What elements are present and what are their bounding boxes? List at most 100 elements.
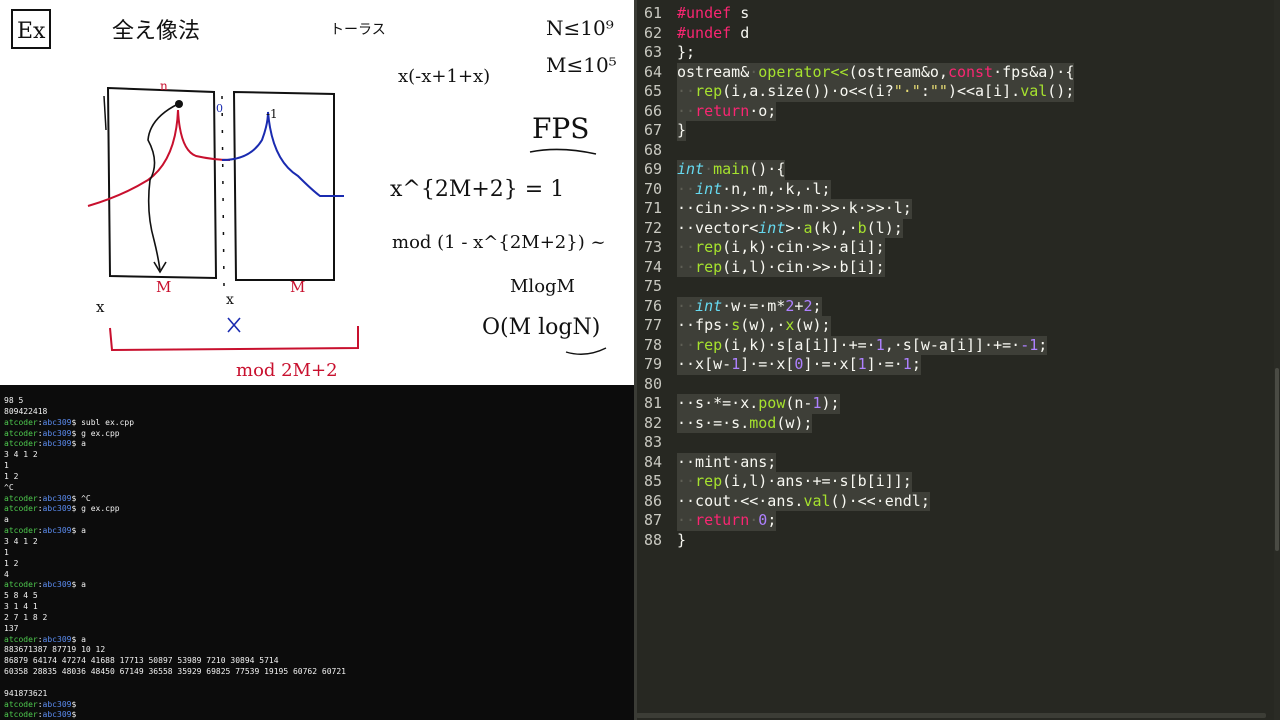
- wb-mlogm: MlogM: [510, 276, 575, 297]
- blue-cross-mark: [227, 317, 241, 333]
- prompt-user: atcoder: [4, 504, 38, 514]
- terminal-line: atcoder:abc309$ subl ex.cpp: [4, 418, 346, 429]
- terminal-text: 4: [4, 569, 9, 579]
- code-line[interactable]: 64 ostream&·operator<<(ostream&o,const·fp…: [634, 62, 1280, 82]
- terminal-line: 2 7 1 8 2: [4, 613, 346, 624]
- code-line[interactable]: 65 ··rep(i,a.size())·o<<(i?"·":"")<<a[i].…: [634, 82, 1280, 102]
- code-token: ;: [1038, 335, 1048, 354]
- line-number: 79: [643, 355, 662, 373]
- code-line[interactable]: 83: [634, 433, 1280, 453]
- terminal-output: 98 5 809422418 atcoder:abc309$ subl ex.cpp…: [4, 396, 346, 720]
- vertical-scrollbar-track[interactable]: [1274, 0, 1280, 720]
- code-token: #undef: [677, 4, 732, 22]
- code-line[interactable]: 63};: [634, 43, 1280, 63]
- code-line[interactable]: 66 ··return·o;: [634, 101, 1280, 121]
- wb-x-power: x^{2M+2} = 1: [390, 177, 564, 202]
- wb-x-label-left: x: [96, 298, 105, 316]
- terminal-line: 4: [4, 570, 346, 581]
- line-number: 85: [643, 472, 662, 490]
- code-text: ··cin·>>·n·>>·m·>>·k·>>·l;: [677, 199, 912, 219]
- code-text: ··rep(i,k)·cin·>>·a[i];: [677, 238, 885, 258]
- code-token: 1: [902, 355, 912, 373]
- code-token: operator<<: [758, 62, 849, 81]
- code-line[interactable]: 79 ··x[w-1]·=·x[0]·=·x[1]·=·1;: [634, 355, 1280, 375]
- code-token: ;: [812, 296, 822, 315]
- terminal-text: 5 8 4 5: [4, 591, 38, 601]
- code-line[interactable]: 76 ··int·w·=·m*2+2;: [634, 296, 1280, 316]
- code-token: ()·{: [749, 160, 786, 178]
- code-line[interactable]: 84 ··mint·ans;: [634, 452, 1280, 472]
- start-dot: [175, 100, 183, 108]
- terminal-text: 3 4 1 2: [4, 450, 38, 460]
- code-text: ostream&·operator<<(ostream&o,const·fps&…: [677, 62, 1075, 82]
- code-token: rep: [695, 472, 723, 490]
- code-line[interactable]: 68: [634, 141, 1280, 161]
- code-line[interactable]: 78 ··rep(i,k)·s[a[i]]·+=·1,·s[w-a[i]]·+=·…: [634, 335, 1280, 355]
- line-number: 88: [643, 530, 662, 549]
- code-token: ·: [704, 160, 714, 178]
- line-number: 68: [643, 140, 662, 159]
- line-number: 67: [643, 121, 662, 139]
- code-text: ··int·n,·m,·k,·l;: [677, 179, 831, 199]
- code-line[interactable]: 77 ··fps·s(w),·x(w);: [634, 316, 1280, 336]
- terminal-text: 1: [4, 547, 9, 557]
- code-token: (w);: [794, 316, 831, 334]
- horizontal-scrollbar[interactable]: [636, 713, 1266, 718]
- code-line[interactable]: 87 ··return·0;: [634, 511, 1280, 531]
- code-text: };: [677, 43, 695, 63]
- code-token: "": [929, 82, 948, 100]
- code-line[interactable]: 61 #undef s: [634, 4, 1280, 24]
- code-token: ··: [677, 238, 696, 256]
- code-token: (i,k)·cin·>>·a[i];: [722, 238, 885, 256]
- code-line[interactable]: 67}: [634, 121, 1280, 141]
- code-line[interactable]: 62 #undef d: [634, 24, 1280, 44]
- terminal-text: $ a: [71, 580, 86, 590]
- fps-underline: [529, 148, 597, 155]
- code-line[interactable]: 80: [634, 375, 1280, 395]
- code-line[interactable]: 82 ··s·=·s.mod(w);: [634, 413, 1280, 433]
- terminal-text: 941873621: [4, 688, 48, 698]
- left-tick: [103, 95, 107, 131]
- terminal-text: 883671387 87719 10 12: [4, 645, 106, 655]
- terminal-line: 3 1 4 1: [4, 602, 346, 613]
- code-line[interactable]: 88}: [634, 531, 1280, 551]
- code-line[interactable]: 73 ··rep(i,k)·cin·>>·a[i];: [634, 238, 1280, 258]
- whiteboard-drawing: Ex 全え像法 トーラス N≤10⁹ M≤10⁵ x(-x+1+x) FPS x…: [11, 9, 617, 381]
- code-line[interactable]: 85 ··rep(i,l)·ans·+=·s[b[i]];: [634, 472, 1280, 492]
- prompt-host: abc309: [42, 526, 72, 536]
- code-line[interactable]: 69 int·main()·{: [634, 160, 1280, 180]
- code-token: -1: [1020, 335, 1039, 354]
- code-line[interactable]: 74 ··rep(i,l)·cin·>>·b[i];: [634, 257, 1280, 277]
- code-token: main: [713, 160, 750, 178]
- code-token: ]·=·: [866, 355, 903, 373]
- code-token: ·n,·m,·k,·l;: [722, 179, 831, 198]
- code-token: ;: [911, 355, 921, 373]
- code-line[interactable]: 70 ··int·n,·m,·k,·l;: [634, 179, 1280, 199]
- code-token: ·w·=·m*: [722, 296, 786, 315]
- terminal-text: $: [71, 710, 77, 720]
- wb-x-label-mid: x: [226, 292, 234, 308]
- code-line[interactable]: 86 ··cout·<<·ans.val()·<<·endl;: [634, 491, 1280, 511]
- line-number: 84: [643, 452, 662, 471]
- code-token: pow: [758, 394, 786, 412]
- terminal-text: 2 7 1 8 2: [4, 612, 48, 622]
- code-line[interactable]: 81 ··s·*=·x.pow(n-1);: [634, 394, 1280, 414]
- code-line[interactable]: 72 ··vector<int>·a(k),·b(l);: [634, 218, 1280, 238]
- terminal-text: 86879 64174 47274 41688 17713 50897 5398…: [4, 656, 279, 666]
- line-number: 75: [643, 277, 662, 295]
- terminal-line: atcoder:abc309$ ^C: [4, 494, 346, 505]
- vertical-scrollbar-thumb[interactable]: [1275, 368, 1279, 551]
- code-token: ·: [749, 511, 759, 529]
- code-text: ··cout·<<·ans.val()·<<·endl;: [677, 491, 930, 511]
- terminal-text: 809422418: [4, 406, 48, 416]
- code-line[interactable]: 71 ··cin·>>·n·>>·m·>>·k·>>·l;: [634, 199, 1280, 219]
- terminal-panel[interactable]: 98 5 809422418 atcoder:abc309$ subl ex.cpp…: [0, 385, 634, 720]
- code-token: (k),·: [812, 218, 858, 237]
- code-token: int: [695, 296, 723, 315]
- terminal-line: 3 4 1 2: [4, 450, 346, 461]
- logn-underline: [565, 347, 607, 355]
- line-number: 71: [643, 199, 662, 217]
- code-editor[interactable]: 61 #undef s 62 #undef d 63}; 64 ostream&·opera…: [634, 0, 1280, 720]
- terminal-text: 1 2: [4, 471, 19, 481]
- code-line[interactable]: 75: [634, 277, 1280, 297]
